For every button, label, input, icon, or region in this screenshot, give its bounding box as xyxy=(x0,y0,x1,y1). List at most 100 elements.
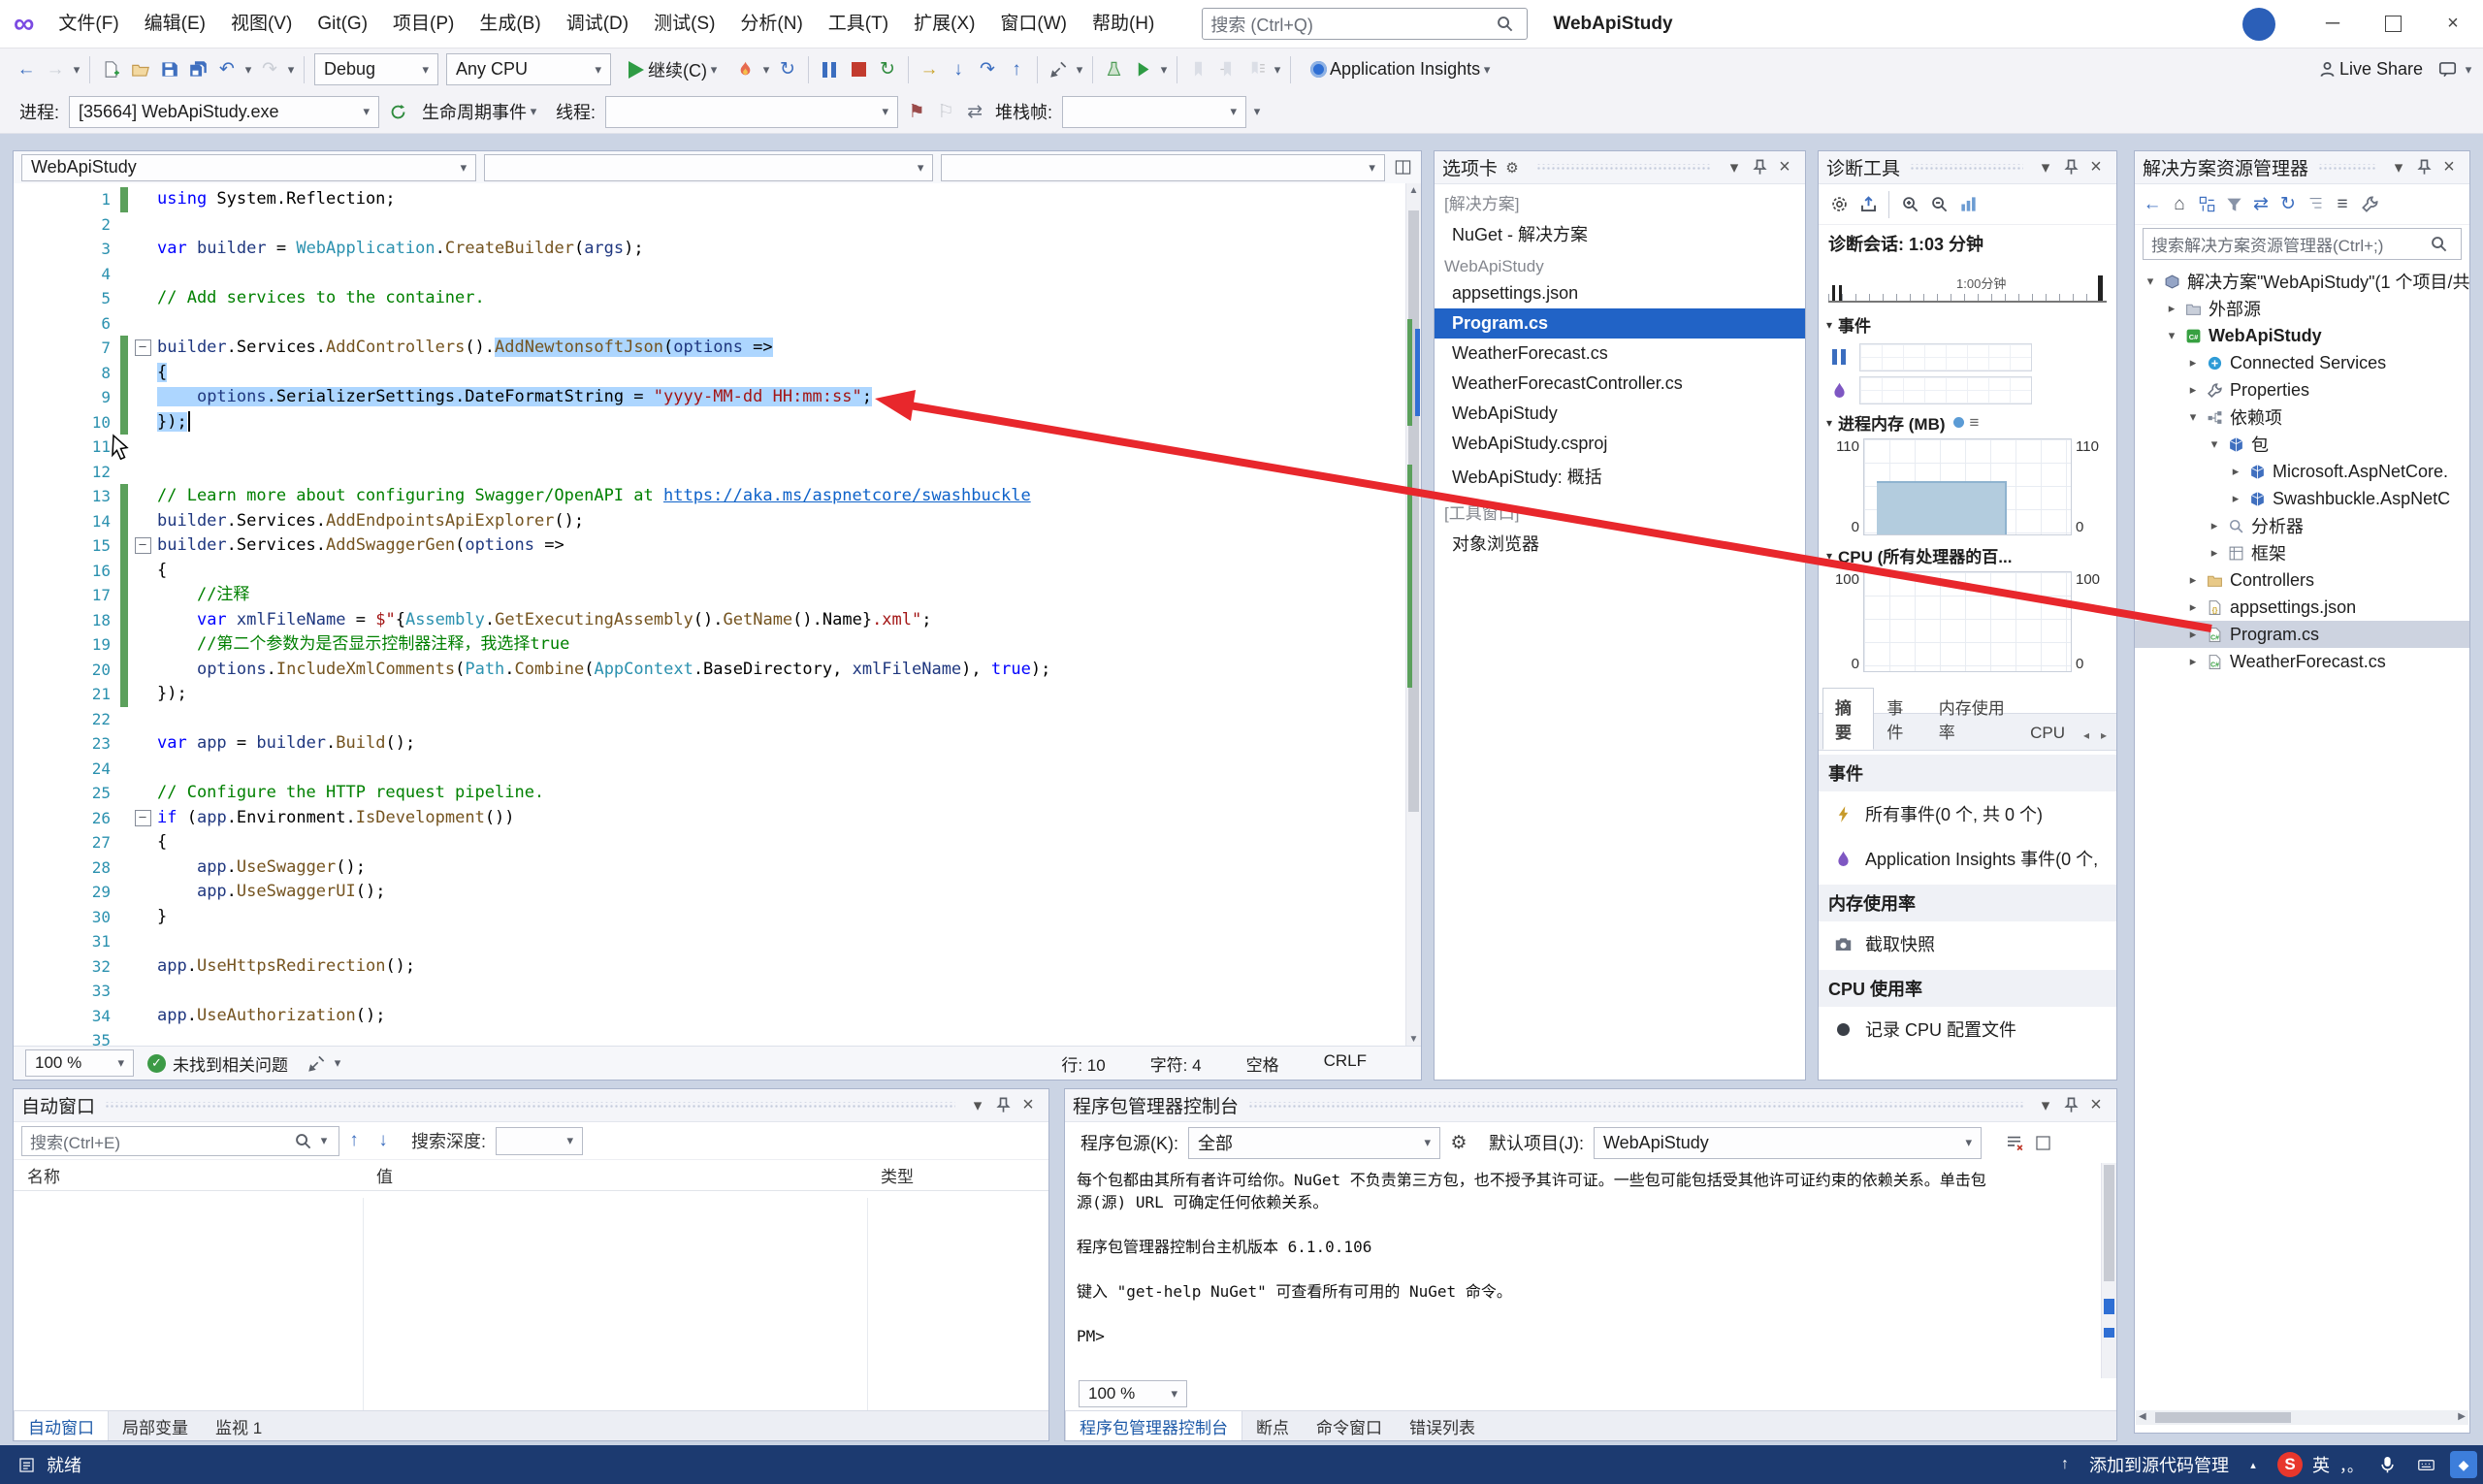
expanded-arrow-icon[interactable]: ▾ xyxy=(2162,328,2181,343)
chevron-down-icon[interactable]: ▾ xyxy=(1157,62,1171,78)
eol-indicator[interactable]: CRLF xyxy=(1324,1051,1367,1076)
code-line[interactable]: 1using System.Reflection; xyxy=(14,187,1406,212)
undo-icon[interactable]: ↶ xyxy=(212,55,242,84)
column-divider[interactable] xyxy=(867,1198,868,1411)
close-icon[interactable]: × xyxy=(2083,1093,2109,1118)
code-line[interactable]: 4 xyxy=(14,262,1406,287)
autos-tab[interactable]: 监视 1 xyxy=(202,1411,275,1440)
collapsed-arrow-icon[interactable]: ▸ xyxy=(2183,572,2203,588)
type-dropdown[interactable]: ▾ xyxy=(484,154,933,181)
scrollbar-thumb[interactable] xyxy=(2104,1165,2114,1281)
zoom-out-icon[interactable] xyxy=(1924,190,1953,219)
code-line[interactable]: 10}); xyxy=(14,410,1406,436)
close-icon[interactable]: × xyxy=(2083,155,2109,180)
collapse-region-icon[interactable]: – xyxy=(135,537,151,554)
open-file-icon[interactable] xyxy=(125,55,154,84)
window-position-icon[interactable]: ▾ xyxy=(2386,155,2411,180)
ime-toolbox-icon[interactable]: ◆ xyxy=(2450,1451,2477,1478)
code-line[interactable]: 9 options.SerializerSettings.DateFormatS… xyxy=(14,385,1406,410)
document-tab-item[interactable]: WeatherForecast.cs xyxy=(1435,339,1805,369)
chevron-down-icon[interactable]: ▾ xyxy=(70,62,83,78)
document-tab-item[interactable]: WeatherForecastController.cs xyxy=(1435,369,1805,399)
collapsed-arrow-icon[interactable]: ▸ xyxy=(2183,627,2203,642)
menu-item[interactable]: 项目(P) xyxy=(380,1,467,48)
thread-dropdown[interactable]: ▾ xyxy=(605,96,898,128)
console-tab[interactable]: 断点 xyxy=(1242,1411,1303,1440)
code-line[interactable]: 14builder.Services.AddEndpointsApiExplor… xyxy=(14,509,1406,534)
summary-row[interactable]: 截取快照 xyxy=(1819,921,2116,966)
code-line[interactable]: 29 app.UseSwaggerUI(); xyxy=(14,880,1406,905)
editor-vertical-scrollbar[interactable]: ▲ ▼ xyxy=(1405,183,1421,1047)
code-line[interactable]: 16{ xyxy=(14,559,1406,584)
collapsed-arrow-icon[interactable]: ▸ xyxy=(2183,599,2203,615)
document-tab-item[interactable]: WebApiStudy xyxy=(1435,399,1805,429)
show-next-statement-icon[interactable]: → xyxy=(915,55,944,84)
column-divider[interactable] xyxy=(363,1198,364,1411)
tree-item[interactable]: ▸C#WeatherForecast.cs xyxy=(2135,648,2469,675)
pin-icon[interactable] xyxy=(2058,155,2083,180)
new-file-icon[interactable] xyxy=(96,55,125,84)
package-source-dropdown[interactable]: 全部 ▾ xyxy=(1188,1127,1440,1159)
back-icon[interactable]: ← xyxy=(12,55,41,84)
user-avatar[interactable] xyxy=(2242,8,2275,41)
tree-item[interactable]: ▸{}appsettings.json xyxy=(2135,594,2469,621)
document-tab-item[interactable]: Program.cs xyxy=(1435,308,1805,339)
menu-item[interactable]: 分析(N) xyxy=(727,1,815,48)
autos-tab[interactable]: 自动窗口 xyxy=(14,1411,109,1440)
column-type[interactable]: 类型 xyxy=(867,1163,1048,1187)
collapsed-arrow-icon[interactable]: ▸ xyxy=(2226,491,2245,506)
bookmark-next-icon[interactable] xyxy=(1212,55,1242,84)
restart-app-icon[interactable]: ↻ xyxy=(773,55,802,84)
console-tab[interactable]: 错误列表 xyxy=(1396,1411,1489,1440)
lifecycle-icon[interactable] xyxy=(383,97,412,126)
menu-item[interactable]: 编辑(E) xyxy=(132,1,218,48)
collapsed-arrow-icon[interactable]: ▸ xyxy=(2205,545,2224,561)
code-line[interactable]: 3var builder = WebApplication.CreateBuil… xyxy=(14,237,1406,262)
sync-icon[interactable]: ⇄ xyxy=(2247,190,2274,219)
step-out-icon[interactable]: ↑ xyxy=(1002,55,1031,84)
refresh-icon[interactable]: ↻ xyxy=(2274,190,2302,219)
sogou-ime-icon[interactable]: S xyxy=(2277,1452,2303,1477)
document-tab-item[interactable]: 对象浏览器 xyxy=(1435,526,1805,561)
code-line[interactable]: 30} xyxy=(14,905,1406,930)
code-line[interactable]: 2 xyxy=(14,212,1406,238)
window-position-icon[interactable]: ▾ xyxy=(2033,155,2058,180)
collapse-all-icon[interactable]: ≡ xyxy=(2329,190,2356,219)
redo-icon[interactable]: ↷ xyxy=(255,55,284,84)
process-dropdown[interactable]: [35664] WebApiStudy.exe▾ xyxy=(69,96,379,128)
chevron-down-icon[interactable]: ▾ xyxy=(1250,104,1264,119)
member-dropdown[interactable]: ▾ xyxy=(941,154,1384,181)
chevron-down-icon[interactable]: ▾ xyxy=(1073,62,1086,78)
cpu-section-header[interactable]: ▾ CPU (所有处理器的百... xyxy=(1819,539,2116,571)
collapsed-arrow-icon[interactable]: ▸ xyxy=(2205,518,2224,533)
chevron-down-icon[interactable]: ▾ xyxy=(331,1055,344,1071)
properties-icon[interactable] xyxy=(2356,190,2383,219)
project-dropdown[interactable]: WebApiStudy ▾ xyxy=(21,154,476,181)
继续(C)-button[interactable]: 继续(C)▾ xyxy=(617,54,728,85)
chevron-down-icon[interactable]: ▾ xyxy=(242,62,255,78)
code-line[interactable]: 32app.UseHttpsRedirection(); xyxy=(14,954,1406,980)
code-line[interactable]: 8{ xyxy=(14,361,1406,386)
collapse-region-icon[interactable]: – xyxy=(135,339,151,356)
save-all-icon[interactable] xyxy=(183,55,212,84)
search-depth-dropdown[interactable]: ▾ xyxy=(496,1127,583,1155)
back-icon[interactable]: ← xyxy=(2139,190,2166,219)
stack-frame-dropdown[interactable]: ▾ xyxy=(1062,96,1246,128)
document-tab-item[interactable]: NuGet - 解决方案 xyxy=(1435,216,1805,251)
code-line[interactable]: 22 xyxy=(14,707,1406,732)
scrollbar-thumb[interactable] xyxy=(2155,1412,2291,1423)
code-line[interactable]: 33 xyxy=(14,979,1406,1004)
code-line[interactable]: 24 xyxy=(14,757,1406,782)
test-explorer-icon[interactable] xyxy=(1099,55,1128,84)
forward-icon[interactable]: → xyxy=(41,55,70,84)
code-line[interactable]: 31 xyxy=(14,929,1406,954)
threads-icon[interactable]: ⇄ xyxy=(960,97,989,126)
close-icon[interactable]: × xyxy=(1772,155,1797,180)
window-position-icon[interactable]: ▾ xyxy=(1722,155,1747,180)
flag-outline-icon[interactable]: ⚐ xyxy=(931,97,960,126)
memory-section-header[interactable]: ▾ 进程内存 (MB) ≡ xyxy=(1819,406,2116,438)
diagnostics-tab[interactable]: 事件 xyxy=(1874,688,1925,750)
scroll-right-icon[interactable]: ▶ xyxy=(2458,1411,2466,1422)
minimize-button[interactable]: ─ xyxy=(2303,0,2363,48)
events-section-header[interactable]: ▾ 事件 xyxy=(1819,308,2116,340)
